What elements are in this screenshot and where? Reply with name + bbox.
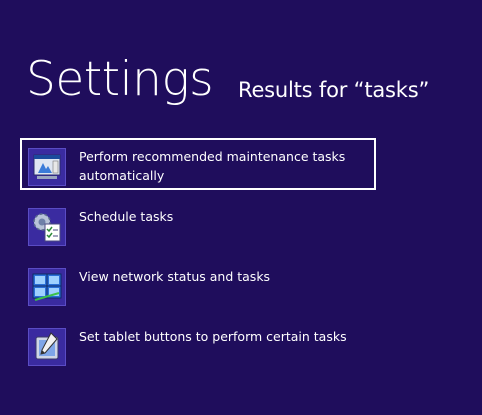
result-label: View network status and tasks [79,269,271,284]
page-title: Settings [26,52,214,107]
task-scheduler-icon [28,208,66,246]
result-perform-maintenance[interactable]: Perform recommended maintenance tasks au… [20,138,376,190]
results-query-label: Results for “tasks” [238,78,430,102]
search-header: Settings Results for “tasks” [26,52,476,112]
tablet-settings-icon [28,328,66,366]
result-network-status[interactable]: View network status and tasks [20,258,376,310]
result-label: Set tablet buttons to perform certain ta… [79,329,347,344]
result-label: Schedule tasks [79,209,174,224]
network-center-icon [28,268,66,306]
search-results-list: Perform recommended maintenance tasks au… [20,138,460,378]
result-label: Perform recommended maintenance tasks au… [79,149,346,183]
action-center-icon [28,148,66,186]
result-schedule-tasks[interactable]: Schedule tasks [20,198,376,250]
result-tablet-buttons[interactable]: Set tablet buttons to perform certain ta… [20,318,376,370]
